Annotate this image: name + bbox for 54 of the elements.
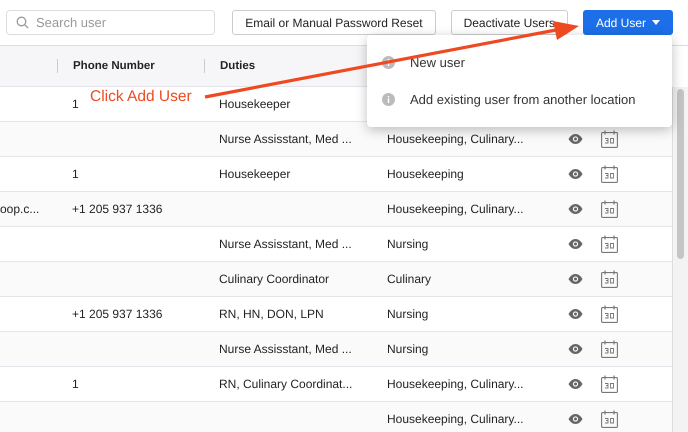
table-cell: Nursing: [387, 342, 428, 356]
table-cell: Housekeeper: [219, 97, 290, 111]
table-cell: RN, Culinary Coordinat...: [219, 377, 352, 391]
toolbar-button[interactable]: Deactivate Users: [450, 10, 568, 35]
table-cell: Culinary: [387, 272, 432, 286]
view-icon[interactable]: [568, 274, 583, 284]
table-cell: Housekeeping, Culinary...: [387, 412, 524, 426]
table-cell: Culinary Coordinator: [219, 272, 330, 286]
table-cell: Nursing: [387, 307, 428, 321]
calendar-icon[interactable]: [601, 165, 618, 183]
table-cell: Housekeeper: [219, 167, 290, 181]
view-icon[interactable]: [568, 134, 583, 144]
table-cell: 1: [72, 167, 79, 181]
table-cell: Nurse Assisstant, Med ...: [219, 237, 352, 251]
table-cell: oop.c...: [0, 202, 40, 216]
table-cell: 1: [72, 377, 79, 391]
view-icon[interactable]: [568, 169, 583, 179]
calendar-icon[interactable]: [601, 130, 618, 148]
table-cell: 1: [72, 97, 79, 111]
caret-icon: [652, 20, 660, 25]
column-header: Phone Number: [73, 60, 155, 72]
scrollbar-thumb[interactable]: [677, 89, 684, 259]
view-icon[interactable]: [568, 204, 583, 214]
column-header: Duties: [220, 60, 256, 72]
calendar-icon[interactable]: [601, 235, 618, 253]
info-icon: [382, 56, 395, 69]
search-field[interactable]: Search user: [6, 10, 215, 35]
calendar-icon[interactable]: [601, 270, 618, 288]
table-cell: Nurse Assisstant, Med ...: [219, 132, 352, 146]
table-cell: RN, HN, DON, LPN: [219, 307, 324, 321]
table-cell: Housekeeping, Culinary...: [387, 202, 524, 216]
table-cell: Nursing: [387, 237, 428, 251]
menu-item[interactable]: New user: [367, 49, 672, 76]
table-cell: Nurse Assisstant, Med ...: [219, 342, 352, 356]
calendar-icon[interactable]: [601, 410, 618, 428]
table-cell: Housekeeping, Culinary...: [387, 377, 524, 391]
annotation-label: Click Add User: [90, 88, 192, 106]
view-icon[interactable]: [568, 309, 583, 319]
view-icon[interactable]: [568, 239, 583, 249]
toolbar-button[interactable]: Email or Manual Password Reset: [232, 10, 436, 35]
view-icon[interactable]: [568, 344, 583, 354]
calendar-icon[interactable]: [601, 305, 618, 323]
info-icon: [382, 93, 395, 106]
table-cell: +1 205 937 1336: [72, 307, 162, 321]
menu-item[interactable]: Add existing user from another location: [367, 86, 672, 113]
calendar-icon[interactable]: [601, 375, 618, 393]
calendar-icon[interactable]: [601, 200, 618, 218]
view-icon[interactable]: [568, 379, 583, 389]
calendar-icon[interactable]: [601, 340, 618, 358]
table-cell: Housekeeping: [387, 167, 464, 181]
table-cell: +1 205 937 1336: [72, 202, 162, 216]
view-icon[interactable]: [568, 414, 583, 424]
add-button[interactable]: Add User: [582, 10, 673, 35]
table-cell: Housekeeping, Culinary...: [387, 132, 524, 146]
